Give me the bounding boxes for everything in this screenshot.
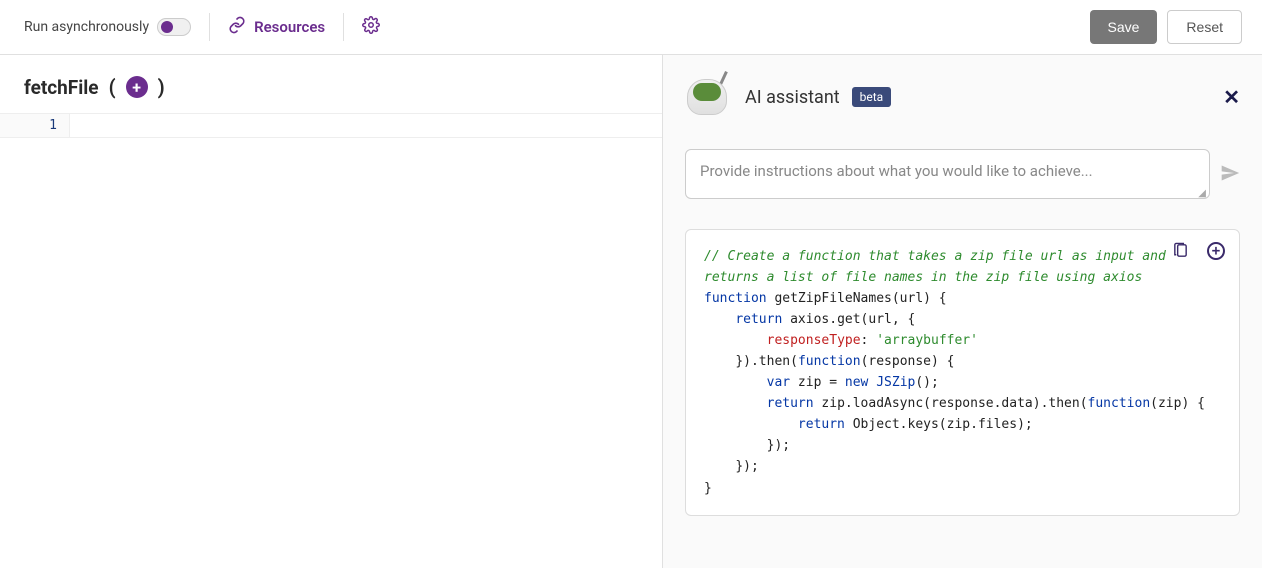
code-suggestion-card: + // Create a function that takes a zip … [685,229,1240,516]
beta-badge: beta [852,87,892,107]
assistant-header: AI assistant beta ✕ [663,55,1262,131]
suggested-code: // Create a function that takes a zip fi… [704,246,1221,499]
gear-icon [362,16,380,38]
toolbar-right: Save Reset [1090,10,1243,44]
resources-label: Resources [254,18,325,36]
line-number: 1 [0,118,57,133]
main-area: fetchFile ( + ) 1 AI assistant beta ✕ [0,55,1262,568]
insert-icon[interactable]: + [1207,242,1225,260]
assistant-avatar-icon [685,73,733,121]
resources-button[interactable]: Resources [210,12,343,42]
reset-button[interactable]: Reset [1167,10,1242,44]
close-icon[interactable]: ✕ [1223,85,1240,109]
editor-pane: fetchFile ( + ) 1 [0,55,662,568]
send-icon[interactable] [1220,149,1240,187]
code-body[interactable] [70,114,662,137]
link-icon [228,16,246,38]
async-toggle-group: Run asynchronously [20,12,209,42]
prompt-placeholder: Provide instructions about what you woul… [700,162,1093,180]
resize-handle-icon[interactable]: ◢ [1198,192,1206,196]
code-editor[interactable]: 1 [0,113,662,138]
settings-button[interactable] [344,12,398,42]
async-label: Run asynchronously [24,19,149,35]
copy-icon[interactable] [1172,242,1189,266]
function-name: fetchFile [24,76,99,99]
toggle-knob [161,21,173,33]
prompt-row: Provide instructions about what you woul… [663,131,1262,209]
save-button[interactable]: Save [1090,10,1158,44]
add-param-button[interactable]: + [126,76,148,98]
open-paren: ( [109,75,116,99]
assistant-title: AI assistant [745,87,840,108]
prompt-input[interactable]: Provide instructions about what you woul… [685,149,1210,199]
close-paren: ) [158,75,165,99]
top-toolbar: Run asynchronously Resources Save Reset [0,0,1262,55]
line-gutter: 1 [0,114,70,137]
toolbar-left: Run asynchronously Resources [20,12,1090,42]
function-signature: fetchFile ( + ) [0,55,662,113]
async-toggle[interactable] [157,18,191,36]
card-actions: + [1172,242,1225,266]
assistant-panel: AI assistant beta ✕ Provide instructions… [662,55,1262,568]
